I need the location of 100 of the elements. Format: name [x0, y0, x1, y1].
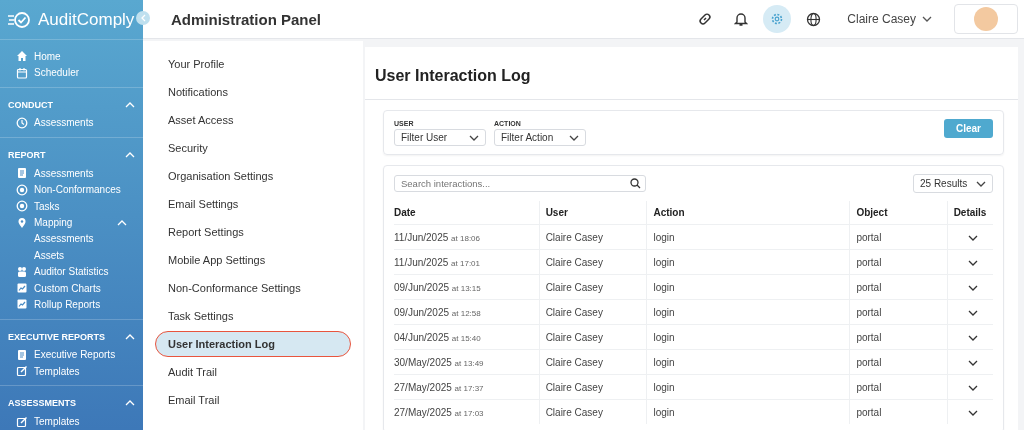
sidebar-item[interactable]: Assessments — [0, 114, 143, 132]
expand-icon[interactable] — [968, 384, 979, 391]
date-cell: 09/Jun/2025 at 12:58 — [394, 299, 540, 325]
circle-icon — [16, 183, 28, 196]
filter-dropdown[interactable]: Filter Action — [494, 129, 586, 146]
column-header: Details — [947, 201, 993, 225]
column-header: Object — [849, 201, 948, 225]
user-menu[interactable]: Claire Casey — [841, 11, 938, 27]
sidebar-item[interactable]: Rollup Reports — [0, 296, 143, 313]
settings-nav-item[interactable]: Task Settings — [155, 303, 351, 329]
date-cell: 11/Jun/2025 at 18:06 — [394, 224, 540, 250]
sidebar-item[interactable]: Scheduler — [0, 64, 143, 81]
sidebar-item[interactable]: Assessments — [0, 165, 143, 182]
link-icon — [697, 11, 714, 27]
settings-nav-item[interactable]: Non-Conformance Settings — [155, 275, 351, 301]
caret-icon — [469, 134, 479, 141]
expand-icon[interactable] — [968, 359, 979, 366]
settings-button[interactable] — [763, 5, 792, 33]
expand-icon[interactable] — [968, 409, 979, 416]
search-field[interactable]: Search interactions... — [394, 175, 646, 192]
table-cell: login — [646, 349, 850, 375]
table-cell: login — [646, 299, 850, 325]
settings-nav-item[interactable]: Email Settings — [155, 191, 351, 217]
circle-icon — [16, 200, 28, 213]
sidebar-item-label: Scheduler — [34, 67, 80, 79]
settings-nav-item[interactable]: Asset Access — [155, 107, 351, 133]
column-header: Action — [646, 201, 850, 225]
caret-icon — [569, 134, 579, 141]
sidebar-item[interactable]: Tasks — [0, 197, 143, 215]
table-cell: Claire Casey — [539, 324, 647, 350]
sidebar-item[interactable]: Home — [0, 48, 143, 65]
results-dropdown[interactable]: 25 Results — [913, 174, 993, 193]
table-cell: Claire Casey — [539, 399, 647, 424]
home-icon — [16, 50, 28, 63]
sidebar-item-label: Tasks — [34, 200, 60, 212]
table-cell: portal — [849, 274, 948, 300]
sidebar-item-label: Templates — [34, 365, 80, 377]
expand-icon[interactable] — [968, 284, 979, 291]
sidebar-item[interactable]: Non-Conformances — [0, 181, 143, 198]
document-icon — [16, 167, 28, 180]
caret-icon — [922, 16, 932, 22]
settings-nav-item[interactable]: User Interaction Log — [155, 331, 351, 357]
brand-name: AuditComply — [38, 9, 135, 30]
table-cell: login — [646, 399, 850, 424]
table-cell: Claire Casey — [539, 249, 647, 275]
sidebar-item[interactable]: Mapping — [0, 214, 143, 231]
document-icon — [16, 348, 28, 361]
section-header[interactable]: EXECUTIVE REPORTS — [0, 327, 143, 347]
sidebar-subitem[interactable]: Assets — [0, 247, 143, 264]
date-cell: 27/May/2025 at 17:03 — [394, 399, 540, 424]
table-cell: login — [646, 374, 850, 400]
table-cell: Claire Casey — [539, 299, 647, 325]
chart-icon — [16, 282, 28, 295]
settings-nav-item[interactable]: Email Trail — [155, 387, 351, 413]
table-cell: portal — [849, 349, 948, 375]
section-header[interactable]: REPORT — [0, 146, 143, 166]
sidebar-item[interactable]: Executive Reports — [0, 346, 143, 364]
expand-icon[interactable] — [968, 234, 979, 241]
section-title: CONDUCT — [8, 99, 53, 110]
table-cell: Claire Casey — [539, 349, 647, 375]
table-cell: login — [646, 224, 850, 250]
settings-nav-item[interactable]: Your Profile — [155, 51, 351, 77]
caret-icon — [976, 180, 986, 187]
settings-nav-item[interactable]: Security — [155, 135, 351, 161]
settings-nav-item[interactable]: Organisation Settings — [155, 163, 351, 189]
table-cell: Claire Casey — [539, 374, 647, 400]
section-title: EXECUTIVE REPORTS — [8, 331, 106, 342]
people-icon — [16, 265, 28, 278]
panel-title: User Interaction Log — [365, 47, 1018, 100]
sidebar-item-label: Custom Charts — [34, 282, 101, 294]
sidebar-item[interactable]: Templates — [0, 413, 143, 430]
settings-nav-item[interactable]: Notifications — [155, 79, 351, 105]
section-header[interactable]: CONDUCT — [0, 95, 143, 115]
filter-dropdown[interactable]: Filter User — [394, 129, 486, 146]
sidebar-item[interactable]: Auditor Statistics — [0, 263, 143, 280]
sidebar-item-label: Assets — [34, 249, 64, 261]
settings-nav-item[interactable]: Report Settings — [155, 219, 351, 245]
chevron-left-icon — [140, 14, 146, 22]
clock-icon — [16, 116, 28, 129]
clear-button[interactable]: Clear — [944, 119, 993, 138]
settings-nav-item[interactable]: Mobile App Settings — [155, 247, 351, 273]
settings-nav-item[interactable]: Audit Trail — [155, 359, 351, 385]
expand-icon[interactable] — [968, 259, 979, 266]
edit-icon — [16, 365, 28, 378]
logo-icon — [8, 10, 32, 29]
section-header[interactable]: ASSESSMENTS — [0, 394, 143, 414]
table-cell: portal — [849, 299, 948, 325]
table-cell: login — [646, 324, 850, 350]
sidebar-item[interactable]: Templates — [0, 363, 143, 380]
calendar-icon — [16, 66, 28, 79]
table-cell: Claire Casey — [539, 274, 647, 300]
avatar — [974, 7, 998, 31]
sidebar-subitem[interactable]: Assessments — [0, 230, 143, 248]
table-cell: Claire Casey — [539, 224, 647, 250]
settings-icon — [770, 12, 785, 26]
column-header: User — [539, 201, 647, 225]
expand-icon[interactable] — [968, 334, 979, 341]
expand-icon[interactable] — [968, 309, 979, 316]
sidebar-item[interactable]: Custom Charts — [0, 279, 143, 297]
edit-icon — [16, 415, 28, 428]
